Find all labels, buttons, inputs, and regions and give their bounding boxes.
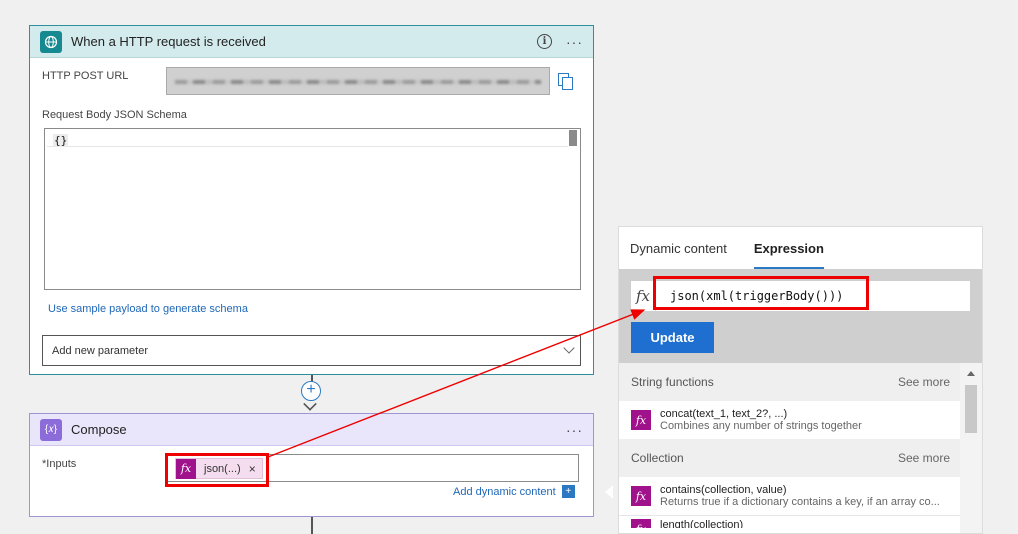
annotation-arrow xyxy=(267,309,646,458)
